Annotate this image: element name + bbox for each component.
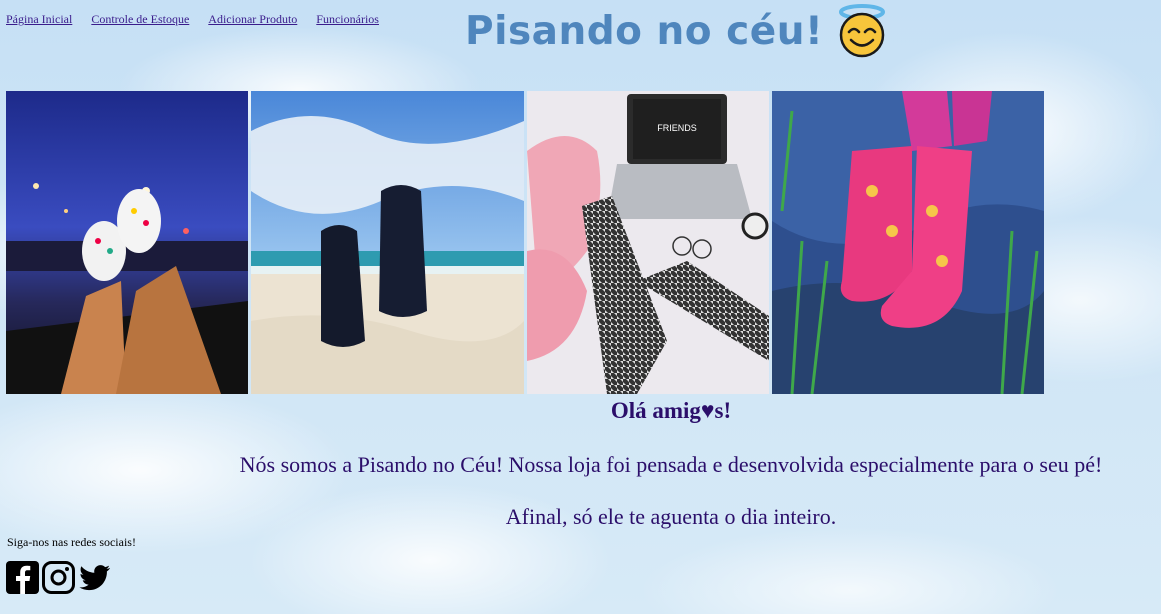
main-nav: Página Inicial Controle de Estoque Adici… — [6, 12, 379, 27]
nav-link-adicionar-produto[interactable]: Adicionar Produto — [208, 12, 297, 27]
photo-leggings-laptop: FRIENDS — [527, 91, 769, 394]
instagram-icon[interactable] — [42, 561, 75, 594]
greeting-heading: Olá amig♥s! — [610, 398, 732, 423]
social-label: Siga-nos nas redes sociais! — [7, 535, 136, 549]
nav-link-pagina-inicial[interactable]: Página Inicial — [6, 12, 72, 27]
social-links — [6, 561, 111, 594]
tagline-paragraph: Afinal, só ele te aguenta o dia inteiro. — [505, 504, 837, 529]
page-title-text: Pisando no céu! — [465, 8, 824, 54]
svg-text:FRIENDS: FRIENDS — [657, 123, 697, 133]
intro-paragraph: Nós somos a Pisando no Céu! Nossa loja f… — [239, 452, 1103, 477]
photo-rain-boots-puddle — [772, 91, 1044, 394]
photo-flip-flops-beach — [251, 91, 524, 394]
nav-link-controle-estoque[interactable]: Controle de Estoque — [91, 12, 189, 27]
facebook-icon[interactable] — [6, 561, 39, 594]
photo-crocs-car — [6, 91, 248, 394]
smiling-face-with-halo-icon — [839, 4, 886, 58]
nav-link-funcionarios[interactable]: Funcionários — [316, 12, 379, 27]
page-title: Pisando no céu! — [465, 4, 889, 58]
twitter-icon[interactable] — [78, 561, 111, 594]
